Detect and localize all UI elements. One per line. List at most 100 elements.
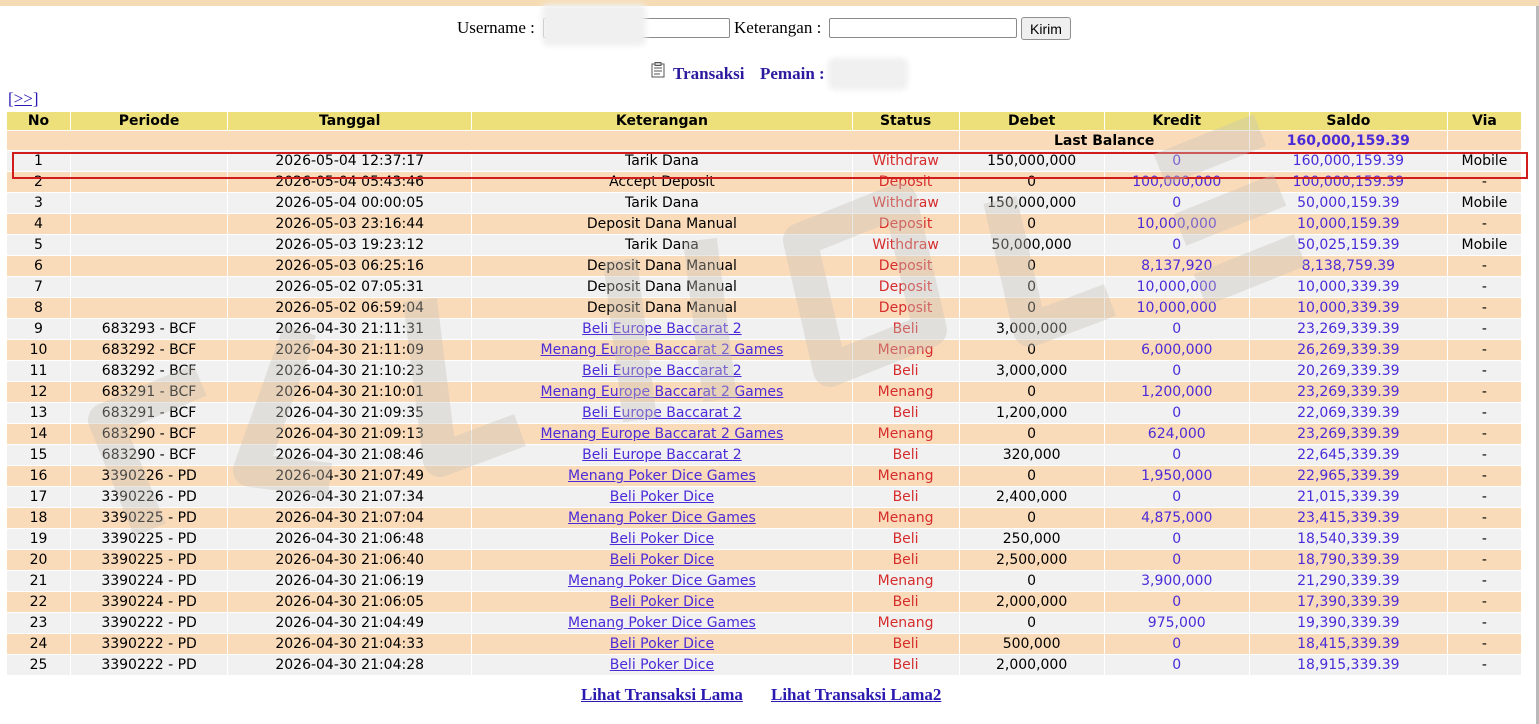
cell-tanggal: 2026-04-30 21:11:31: [228, 319, 472, 339]
cell-periode: 3390226 - PD: [71, 487, 228, 507]
cell-via: -: [1447, 340, 1521, 360]
keterangan-link[interactable]: Beli Poker Dice: [610, 531, 714, 547]
cell-keterangan: Beli Europe Baccarat 2: [472, 319, 852, 339]
cell-no: 1: [7, 151, 71, 171]
cell-via: -: [1447, 550, 1521, 570]
cell-via: -: [1447, 361, 1521, 381]
keterangan-link[interactable]: Beli Europe Baccarat 2: [582, 405, 741, 421]
cell-saldo: 50,000,159.39: [1249, 193, 1447, 213]
cell-via: -: [1447, 571, 1521, 591]
cell-no: 16: [7, 466, 71, 486]
col-header-keterangan: Keterangan: [472, 112, 852, 130]
cell-no: 24: [7, 634, 71, 654]
keterangan-link[interactable]: Menang Europe Baccarat 2 Games: [541, 342, 784, 358]
keterangan-link[interactable]: Beli Poker Dice: [610, 489, 714, 505]
cell-kredit: 8,137,920: [1104, 256, 1249, 276]
pemain-label: Pemain :: [760, 64, 825, 83]
cell-debet: 2,000,000: [959, 592, 1104, 612]
cell-debet: 0: [959, 172, 1104, 192]
cell-via: -: [1447, 529, 1521, 549]
cell-saldo: 21,015,339.39: [1249, 487, 1447, 507]
cell-no: 12: [7, 382, 71, 402]
cell-debet: 150,000,000: [959, 151, 1104, 171]
table-row: 15 683290 - BCF 2026-04-30 21:08:46 Beli Eu…: [7, 445, 1521, 465]
cell-periode: [71, 214, 228, 234]
cell-keterangan: Menang Poker Dice Games: [472, 613, 852, 633]
keterangan-link[interactable]: Menang Europe Baccarat 2 Games: [541, 426, 784, 442]
col-header-tanggal: Tanggal: [228, 112, 472, 130]
lihat-transaksi-lama2-link[interactable]: Lihat Transaksi Lama2: [771, 685, 941, 705]
lihat-transaksi-lama-link[interactable]: Lihat Transaksi Lama: [581, 685, 743, 705]
cell-status: Beli: [852, 655, 959, 675]
col-header-saldo: Saldo: [1249, 112, 1447, 130]
table-row: 1 2026-05-04 12:37:17 Tarik Dana Withdraw 15…: [7, 151, 1521, 171]
cell-no: 7: [7, 277, 71, 297]
keterangan-input[interactable]: [829, 18, 1017, 38]
cell-no: 20: [7, 550, 71, 570]
cell-status: Deposit: [852, 277, 959, 297]
cell-via: -: [1447, 466, 1521, 486]
kirim-button[interactable]: Kirim: [1021, 17, 1071, 40]
cell-status: Beli: [852, 487, 959, 507]
cell-kredit: 0: [1104, 403, 1249, 423]
cell-periode: [71, 193, 228, 213]
keterangan-link[interactable]: Menang Poker Dice Games: [568, 510, 756, 526]
cell-kredit: 10,000,000: [1104, 298, 1249, 318]
keterangan-link[interactable]: Menang Poker Dice Games: [568, 615, 756, 631]
cell-via: -: [1447, 487, 1521, 507]
cell-periode: [71, 277, 228, 297]
transaction-table: No Periode Tanggal Keterangan Status Deb…: [6, 111, 1522, 676]
keterangan-link[interactable]: Beli Poker Dice: [610, 594, 714, 610]
cell-tanggal: 2026-05-03 23:16:44: [228, 214, 472, 234]
table-row: 17 3390226 - PD 2026-04-30 21:07:34 Beli Po…: [7, 487, 1521, 507]
cell-periode: 683290 - BCF: [71, 424, 228, 444]
cell-keterangan: Menang Europe Baccarat 2 Games: [472, 424, 852, 444]
keterangan-link[interactable]: Menang Poker Dice Games: [568, 573, 756, 589]
cell-via: -: [1447, 445, 1521, 465]
keterangan-link[interactable]: Beli Europe Baccarat 2: [582, 447, 741, 463]
cell-keterangan: Beli Poker Dice: [472, 655, 852, 675]
cell-saldo: 17,390,339.39: [1249, 592, 1447, 612]
cell-via: -: [1447, 508, 1521, 528]
keterangan-link[interactable]: Beli Europe Baccarat 2: [582, 363, 741, 379]
cell-via: -: [1447, 634, 1521, 654]
cell-saldo: 22,069,339.39: [1249, 403, 1447, 423]
cell-via: -: [1447, 655, 1521, 675]
cell-kredit: 0: [1104, 487, 1249, 507]
keterangan-link[interactable]: Beli Poker Dice: [610, 636, 714, 652]
cell-kredit: 0: [1104, 445, 1249, 465]
cell-saldo: 20,269,339.39: [1249, 361, 1447, 381]
cell-saldo: 23,269,339.39: [1249, 424, 1447, 444]
cell-via: -: [1447, 592, 1521, 612]
col-header-via: Via: [1447, 112, 1521, 130]
cell-saldo: 10,000,339.39: [1249, 277, 1447, 297]
table-row: 5 2026-05-03 19:23:12 Tarik Dana Withdraw 50…: [7, 235, 1521, 255]
cell-status: Menang: [852, 508, 959, 528]
cell-status: Withdraw: [852, 151, 959, 171]
cell-status: Menang: [852, 613, 959, 633]
cell-no: 11: [7, 361, 71, 381]
keterangan-link[interactable]: Beli Poker Dice: [610, 657, 714, 673]
cell-kredit: 0: [1104, 592, 1249, 612]
cell-keterangan: Beli Europe Baccarat 2: [472, 445, 852, 465]
cell-status: Beli: [852, 361, 959, 381]
cell-kredit: 0: [1104, 550, 1249, 570]
keterangan-link[interactable]: Beli Europe Baccarat 2: [582, 321, 741, 337]
next-page-link[interactable]: [>>]: [8, 89, 39, 109]
cell-periode: 3390224 - PD: [71, 592, 228, 612]
cell-debet: 50,000,000: [959, 235, 1104, 255]
keterangan-link[interactable]: Menang Europe Baccarat 2 Games: [541, 384, 784, 400]
cell-debet: 0: [959, 508, 1104, 528]
cell-no: 2: [7, 172, 71, 192]
cell-kredit: 0: [1104, 361, 1249, 381]
clipboard-icon: [651, 62, 665, 78]
redacted-username: [546, 8, 642, 42]
cell-tanggal: 2026-04-30 21:07:04: [228, 508, 472, 528]
keterangan-link[interactable]: Menang Poker Dice Games: [568, 468, 756, 484]
keterangan-link[interactable]: Beli Poker Dice: [610, 552, 714, 568]
footer-links: Lihat Transaksi Lama Lihat Transaksi Lam…: [0, 685, 1539, 707]
table-row: 23 3390222 - PD 2026-04-30 21:04:49 Menang …: [7, 613, 1521, 633]
cell-saldo: 26,269,339.39: [1249, 340, 1447, 360]
cell-tanggal: 2026-04-30 21:07:34: [228, 487, 472, 507]
cell-via: Mobile: [1447, 151, 1521, 171]
